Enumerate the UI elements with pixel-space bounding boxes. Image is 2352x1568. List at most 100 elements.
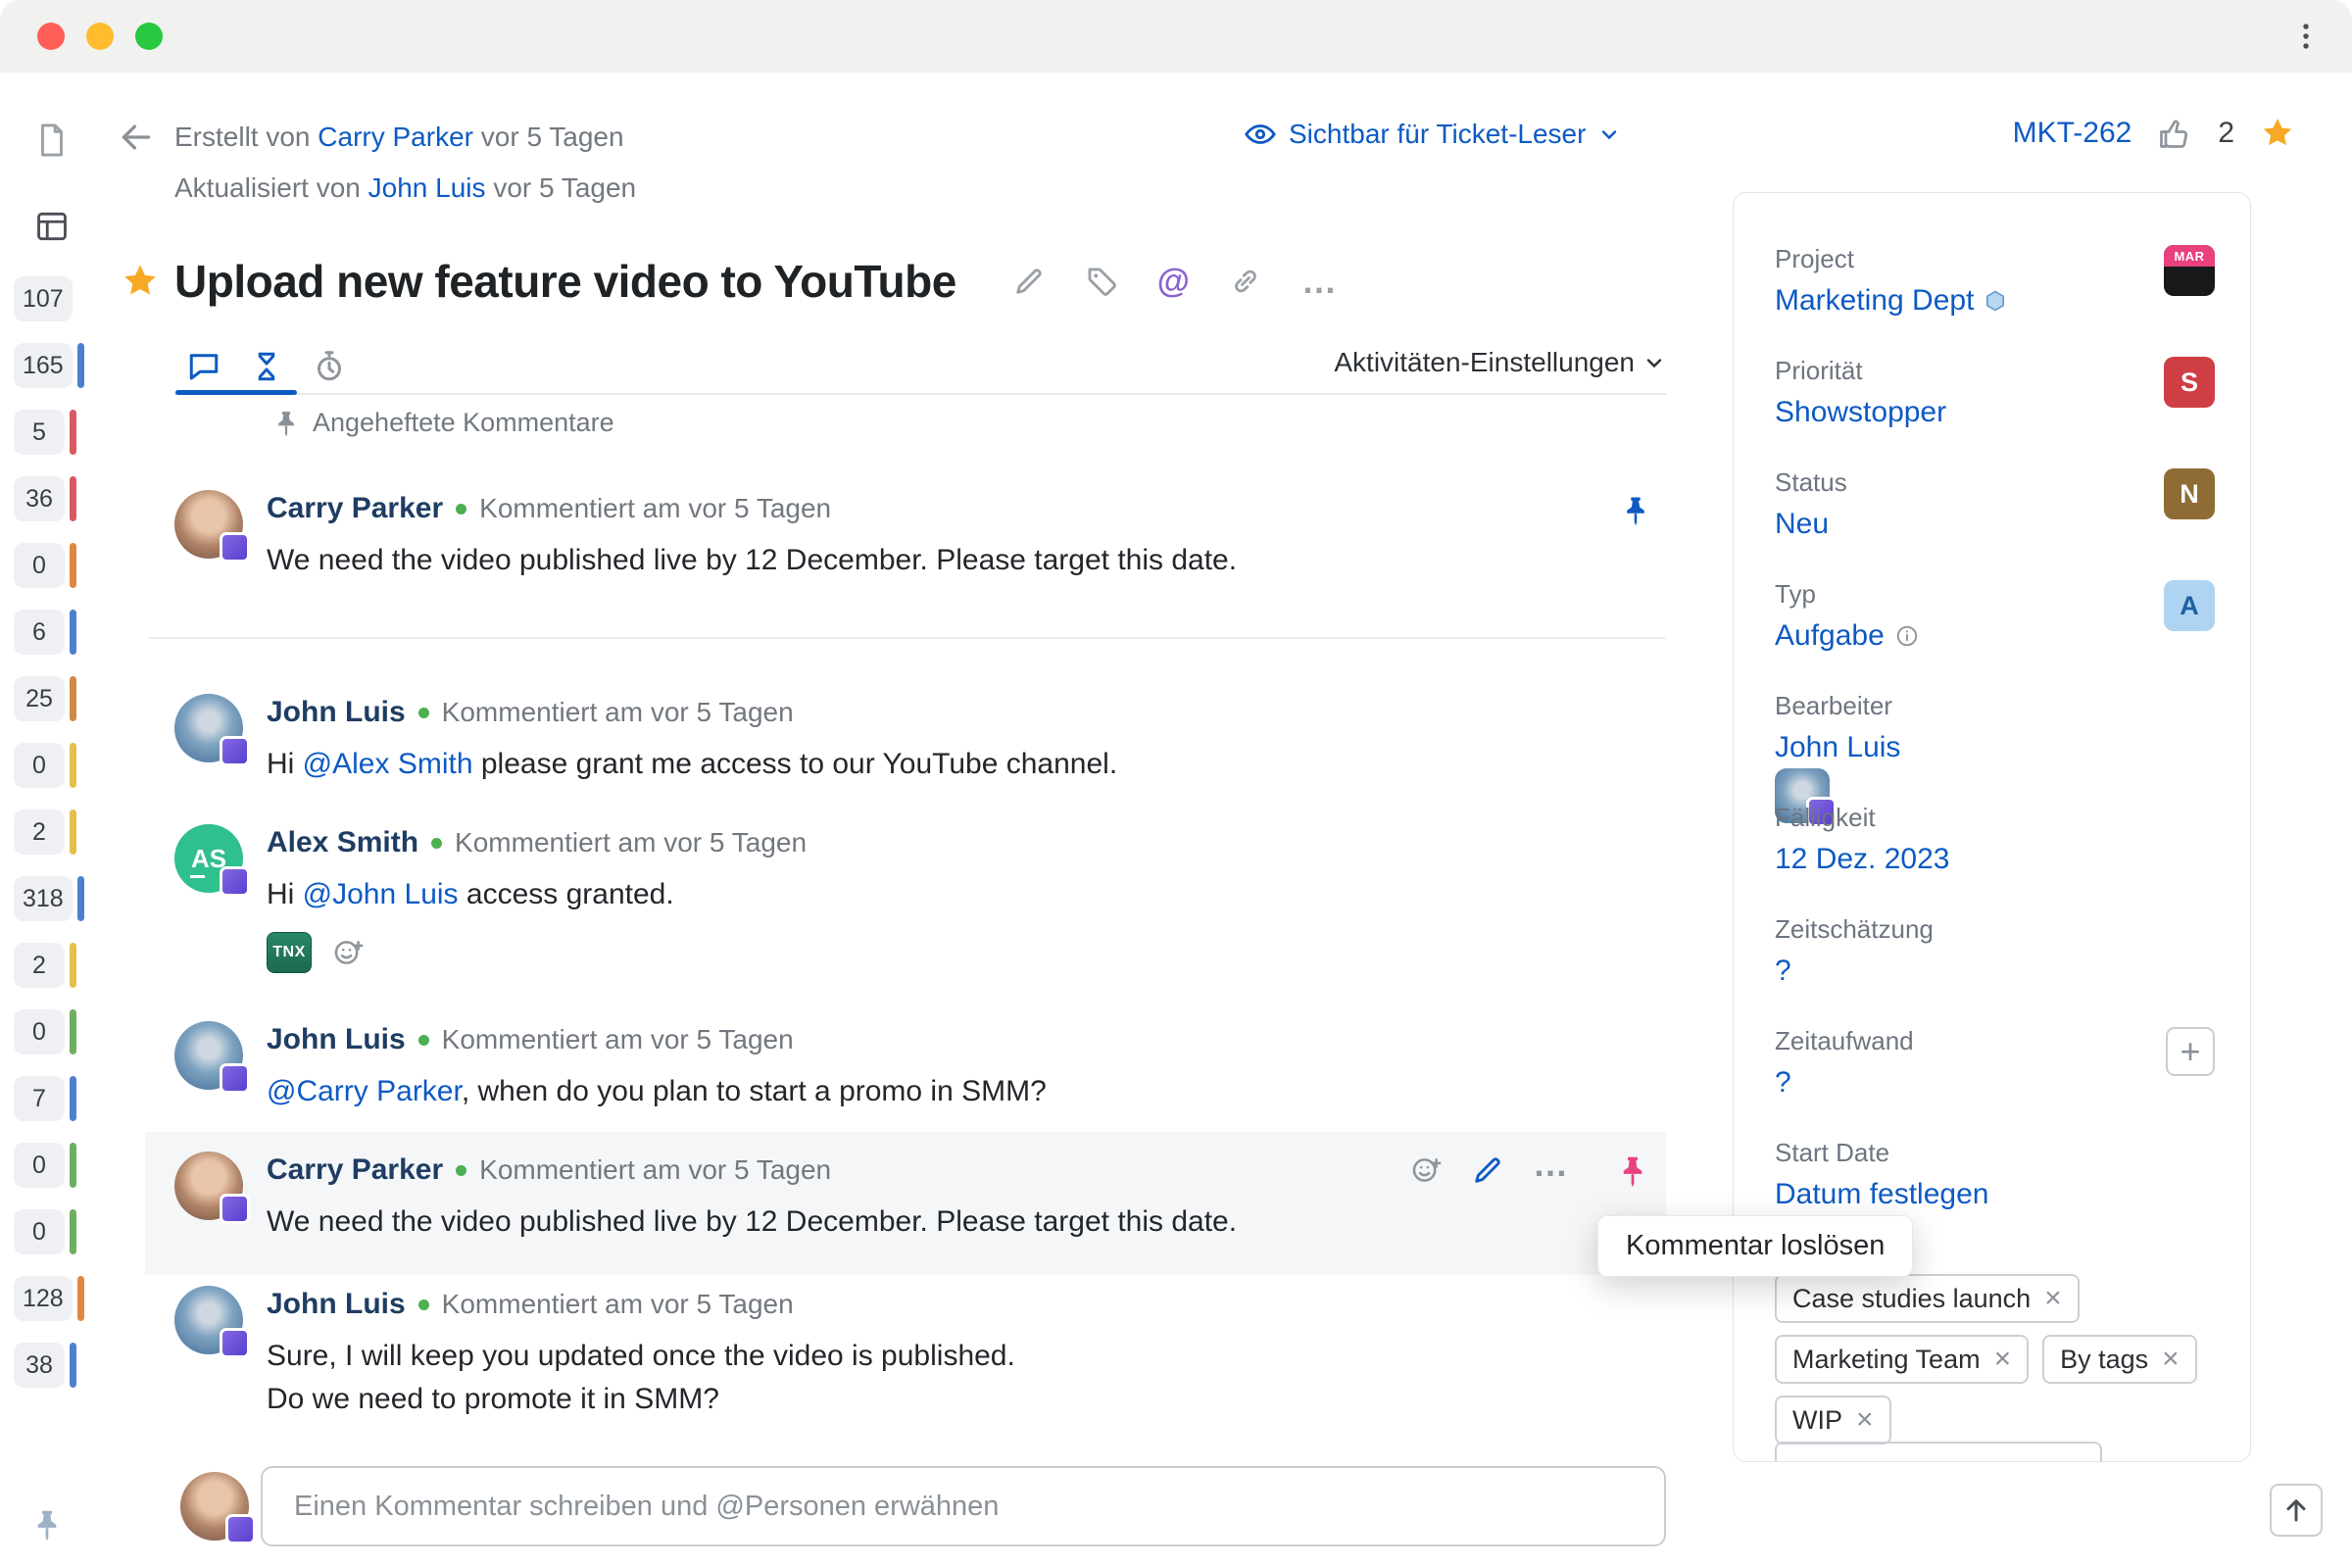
tag-label: WIP bbox=[1792, 1404, 1842, 1435]
document-icon[interactable] bbox=[33, 122, 71, 159]
link-icon[interactable] bbox=[1229, 265, 1262, 298]
comment-author[interactable]: Alex Smith bbox=[267, 824, 418, 861]
window-menu-icon[interactable] bbox=[2289, 20, 2323, 53]
field-value-link[interactable]: ? bbox=[1775, 953, 2215, 990]
sidebar-count-item[interactable]: 107 bbox=[14, 276, 84, 321]
traffic-lights bbox=[37, 23, 163, 50]
unpin-comment-icon[interactable] bbox=[1619, 494, 1652, 527]
mention-link[interactable]: @Carry Parker bbox=[267, 1075, 462, 1107]
avatar: AS bbox=[174, 824, 250, 897]
updated-user-link[interactable]: John Luis bbox=[368, 172, 486, 203]
tab-history[interactable] bbox=[245, 345, 288, 388]
tag-remove-icon[interactable]: × bbox=[2162, 1345, 2180, 1374]
activity-settings-dropdown[interactable]: Aktivitäten-Einstellungen bbox=[1334, 347, 1666, 378]
mention-icon[interactable]: @ bbox=[1157, 265, 1190, 298]
sidebar-count-item[interactable]: 38 bbox=[14, 1343, 84, 1388]
unpin-comment-icon[interactable] bbox=[1615, 1153, 1650, 1189]
sidebar-count-item[interactable]: 128 bbox=[14, 1276, 84, 1321]
sidebar-count-item[interactable]: 25 bbox=[14, 676, 84, 721]
comment-input[interactable] bbox=[261, 1466, 1666, 1546]
comment-author[interactable]: John Luis bbox=[267, 1021, 406, 1058]
field-value-link[interactable]: John Luis bbox=[1775, 729, 2215, 766]
add-reaction-icon[interactable] bbox=[1409, 1153, 1445, 1189]
tab-time-tracking[interactable] bbox=[308, 345, 351, 388]
minimize-window-button[interactable] bbox=[86, 23, 114, 50]
comment-author[interactable]: Carry Parker bbox=[267, 1152, 443, 1189]
tab-comments[interactable] bbox=[182, 345, 225, 388]
count-color-strip bbox=[76, 1276, 84, 1321]
online-dot bbox=[456, 503, 467, 514]
title-row: Upload new feature video to YouTube @ … bbox=[121, 255, 1337, 308]
edit-title-icon[interactable] bbox=[1012, 265, 1046, 298]
visibility-selector[interactable]: Sichtbar für Ticket-Leser bbox=[1244, 118, 1621, 151]
sidebar-pin-icon[interactable] bbox=[29, 1507, 65, 1543]
tag-label: By tags bbox=[2060, 1344, 2149, 1374]
sidebar-count-item[interactable]: 6 bbox=[14, 610, 84, 655]
tag-chip[interactable]: Marketing Team × bbox=[1775, 1335, 2030, 1384]
sidebar-count-item[interactable]: 2 bbox=[14, 809, 84, 855]
add-reaction-icon[interactable] bbox=[331, 936, 365, 969]
board-icon[interactable] bbox=[33, 208, 71, 245]
field-value-link[interactable]: ? bbox=[1775, 1064, 2215, 1102]
field-label: Zeitschätzung bbox=[1775, 914, 1934, 944]
type-badge: A bbox=[2164, 580, 2215, 631]
close-window-button[interactable] bbox=[37, 23, 65, 50]
sidebar-count-item[interactable]: 165 bbox=[14, 343, 84, 388]
created-user-link[interactable]: Carry Parker bbox=[318, 122, 473, 152]
tag-remove-icon[interactable]: × bbox=[2044, 1284, 2062, 1313]
field-value-link[interactable]: Aufgabe bbox=[1775, 617, 2215, 655]
field-value-link[interactable]: Marketing Dept bbox=[1775, 282, 2215, 319]
sidebar-count-item[interactable]: 36 bbox=[14, 476, 84, 521]
field-value-link[interactable]: Neu bbox=[1775, 506, 2215, 543]
tag-icon[interactable] bbox=[1085, 265, 1118, 298]
mention-link[interactable]: @Alex Smith bbox=[303, 748, 473, 780]
field-label: Status bbox=[1775, 467, 1847, 497]
field-value-link[interactable]: Datum festlegen bbox=[1775, 1176, 2215, 1213]
field-value-link[interactable]: 12 Dez. 2023 bbox=[1775, 841, 2215, 878]
title-actions: @ … bbox=[1012, 264, 1337, 299]
sidebar-count-item[interactable]: 2 bbox=[14, 943, 84, 988]
back-button[interactable] bbox=[117, 118, 156, 157]
count-color-strip bbox=[70, 1343, 76, 1388]
maximize-window-button[interactable] bbox=[135, 23, 163, 50]
app-mini-badge-icon bbox=[220, 866, 250, 897]
comment: AS Alex Smith Kommentiert am vor 5 Tagen… bbox=[174, 824, 1666, 973]
comment-text: We need the video published live by 12 D… bbox=[267, 1205, 1238, 1238]
sidebar-count-item[interactable]: 7 bbox=[14, 1076, 84, 1121]
sidebar-count-item[interactable]: 318 bbox=[14, 876, 84, 921]
more-actions-icon[interactable]: … bbox=[1301, 264, 1337, 299]
sidebar-count-item[interactable]: 0 bbox=[14, 1209, 84, 1254]
ticket-id-link[interactable]: MKT-262 bbox=[2013, 117, 2132, 150]
mention-link[interactable]: @John Luis bbox=[303, 878, 459, 910]
tag-chip[interactable]: WIP × bbox=[1775, 1396, 1891, 1445]
thumbs-up-icon[interactable] bbox=[2157, 116, 2192, 151]
comment-author[interactable]: Carry Parker bbox=[267, 490, 443, 527]
online-dot bbox=[431, 837, 443, 849]
comment-author[interactable]: John Luis bbox=[267, 1286, 406, 1323]
comment-more-icon[interactable]: … bbox=[1533, 1144, 1568, 1184]
tag-remove-icon[interactable]: × bbox=[1856, 1405, 1874, 1435]
edit-comment-icon[interactable] bbox=[1471, 1153, 1506, 1189]
add-work-item-button[interactable]: + bbox=[2166, 1027, 2215, 1076]
vote-star-icon[interactable] bbox=[2260, 116, 2295, 151]
count-color-strip bbox=[70, 476, 76, 521]
field-value-link[interactable]: Showstopper bbox=[1775, 394, 2215, 431]
scroll-to-top-button[interactable] bbox=[2270, 1484, 2323, 1537]
pin-icon bbox=[278, 411, 294, 436]
sidebar-count-item[interactable]: 0 bbox=[14, 1009, 84, 1054]
sidebar-count-item[interactable]: 0 bbox=[14, 1143, 84, 1188]
favorite-star-icon[interactable] bbox=[121, 262, 160, 301]
sidebar-count-item[interactable]: 5 bbox=[14, 410, 84, 455]
app-mini-badge-icon bbox=[220, 1328, 250, 1358]
comment: John Luis Kommentiert am vor 5 Tagen @Ca… bbox=[174, 1021, 1666, 1113]
comment-author[interactable]: John Luis bbox=[267, 694, 406, 731]
tag-remove-icon[interactable]: × bbox=[1994, 1345, 2012, 1374]
sidebar-count-item[interactable]: 0 bbox=[14, 743, 84, 788]
reaction-badge[interactable]: TNX bbox=[267, 932, 312, 973]
pinned-comments-label: Angeheftete Kommentare bbox=[313, 408, 614, 437]
tag-chip[interactable]: By tags × bbox=[2042, 1335, 2197, 1384]
sidebar-count-item[interactable]: 0 bbox=[14, 543, 84, 588]
tag-chip[interactable]: Case studies launch × bbox=[1775, 1274, 2080, 1323]
count-color-strip bbox=[70, 410, 76, 455]
field-type: Typ Aufgabe A bbox=[1775, 578, 2215, 690]
